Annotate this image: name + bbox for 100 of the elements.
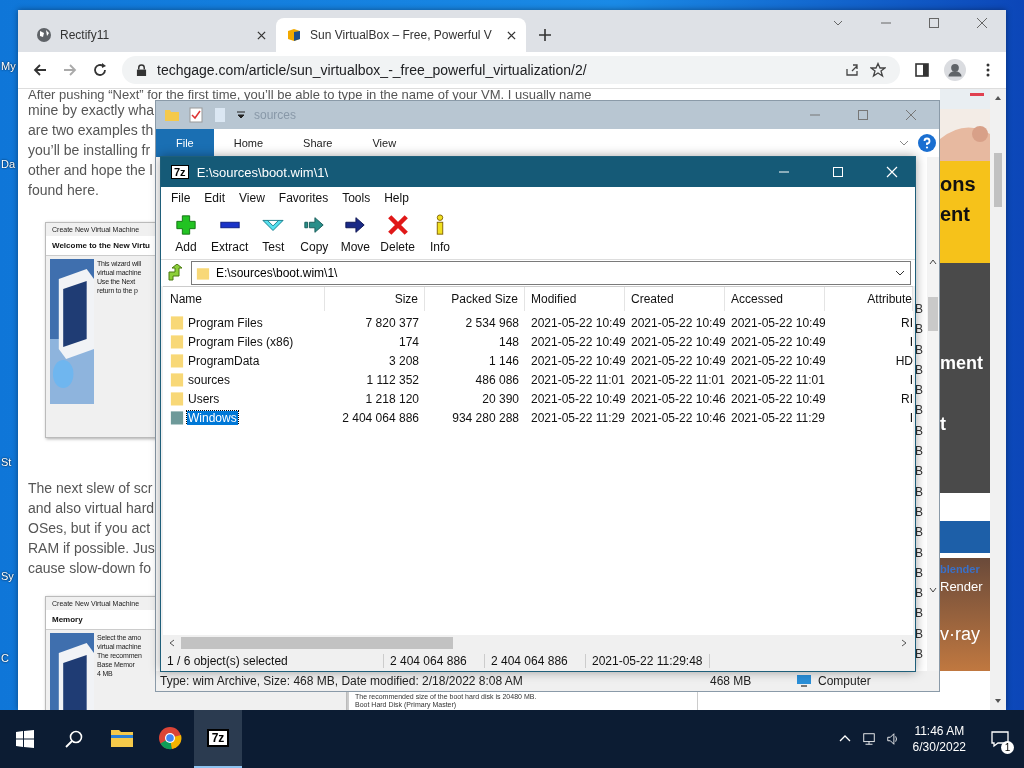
status-text: 1 / 6 object(s) selected: [161, 654, 384, 668]
close-icon[interactable]: [507, 30, 516, 40]
status-text: Computer: [818, 674, 871, 688]
desktop-icon-label[interactable]: Sy: [1, 570, 14, 582]
column-header[interactable]: Name: [163, 287, 325, 311]
scrollbar-thumb[interactable]: [181, 637, 453, 649]
maximize-icon[interactable]: [928, 17, 940, 29]
table-cell-text: 2021-05-22 11:29: [730, 410, 825, 425]
ad-text: blender: [940, 563, 981, 575]
table-cell-text: 2021-05-22 10:49: [630, 315, 725, 330]
network-icon[interactable]: [861, 732, 876, 746]
scroll-right-icon[interactable]: [899, 638, 909, 648]
status-text: Type: wim Archive, Size: 468 MB, Date modified: 2/18/2022 8:08 AM: [160, 674, 524, 688]
ribbon-tab[interactable]: View: [352, 129, 417, 157]
star-icon[interactable]: [870, 62, 886, 78]
file-name[interactable]: sources: [187, 372, 232, 387]
ribbon-tab[interactable]: Home: [213, 129, 284, 157]
help-icon[interactable]: [918, 134, 936, 152]
windows-icon[interactable]: [15, 729, 35, 749]
table-cell-text: 486 086: [474, 372, 520, 387]
chrome-icon: [158, 726, 182, 750]
back-icon[interactable]: [32, 62, 48, 78]
list-text: B: [915, 566, 924, 581]
x-icon: [386, 214, 409, 236]
scroll-up-icon[interactable]: [928, 257, 938, 267]
clock-time[interactable]: 11:46 AM: [914, 723, 965, 739]
clock-date[interactable]: 6/30/2022: [912, 739, 966, 755]
file-name[interactable]: Users: [187, 391, 221, 406]
ad-banner[interactable]: blender Render v·ray: [940, 521, 990, 671]
list-text: B: [915, 648, 924, 662]
reload-icon[interactable]: [92, 62, 108, 78]
address-bar[interactable]: techgage.com/article/sun_virtualbox_-_free_powerful_virtualization/2/: [122, 56, 900, 84]
path-field[interactable]: E:\sources\boot.wim\1\: [191, 261, 911, 285]
toolbar-button[interactable]: Delete: [377, 212, 419, 256]
table-cell-text: 2021-05-22 11:01: [730, 372, 825, 387]
menu-item[interactable]: File: [171, 191, 191, 205]
ribbon-tab[interactable]: File: [156, 129, 214, 157]
new-tab-icon[interactable]: [538, 28, 552, 42]
desktop-icon-label[interactable]: St: [1, 456, 12, 468]
column-header[interactable]: Size: [325, 287, 425, 311]
desktop-icon-label[interactable]: My: [1, 60, 16, 72]
status-text: 2021-05-22 11:29:48: [586, 654, 710, 668]
table-cell-text: 1 218 120: [364, 391, 420, 406]
file-name[interactable]: Program Files (x86): [187, 334, 295, 349]
ribbon-tab[interactable]: Share: [283, 129, 353, 157]
file-name[interactable]: Windows: [187, 410, 238, 425]
profile-icon[interactable]: [944, 59, 966, 81]
ad-text: v·ray: [940, 624, 981, 645]
table-cell-text: 2021-05-22 10:49: [630, 353, 725, 368]
desktop-icon-label[interactable]: Da: [1, 158, 16, 170]
file-name[interactable]: Program Files: [187, 315, 264, 330]
menu-item[interactable]: Help: [384, 191, 409, 205]
menu-item[interactable]: Favorites: [278, 191, 329, 205]
arrow-right-icon: [303, 214, 326, 236]
scroll-left-icon[interactable]: [167, 638, 177, 648]
ad-banner[interactable]: ons ent: [940, 161, 990, 263]
computer-icon: [796, 673, 812, 689]
column-header[interactable]: Packed Size: [425, 287, 525, 311]
notifications-button[interactable]: 1: [980, 719, 1020, 759]
table-cell-text: 2021-05-22 11:29: [530, 410, 625, 425]
taskbar-button[interactable]: 7z: [194, 710, 242, 768]
up-folder-icon[interactable]: [167, 264, 185, 282]
browser-tab[interactable]: Sun VirtualBox – Free, Powerful V: [276, 18, 526, 52]
caret-icon[interactable]: [236, 110, 246, 120]
table-cell-text: 2021-05-22 10:49: [730, 334, 825, 349]
column-header[interactable]: Created: [625, 287, 725, 311]
toolbar-button[interactable]: Info: [421, 212, 460, 256]
table-cell-text: HD: [894, 353, 913, 368]
globe-icon: [36, 27, 52, 43]
checklist-icon[interactable]: [188, 107, 204, 123]
column-header[interactable]: Modified: [525, 287, 625, 311]
table-cell-text: 2021-05-22 10:49: [730, 391, 825, 406]
close-icon[interactable]: [257, 30, 266, 40]
list-text: B: [915, 323, 924, 337]
menu-item[interactable]: View: [239, 191, 265, 205]
browser-tab[interactable]: Rectify11: [26, 18, 276, 52]
table-cell-text: 1 146: [487, 353, 520, 368]
side-panel-icon[interactable]: [914, 62, 930, 78]
table-cell-text: RI: [900, 391, 913, 406]
list-text: B: [915, 546, 924, 560]
search-icon[interactable]: [64, 729, 84, 749]
list-text: B: [915, 607, 924, 621]
list-text: B: [915, 343, 924, 357]
menu-item[interactable]: Edit: [204, 191, 226, 205]
column-header[interactable]: Attribute: [825, 287, 913, 311]
volume-icon[interactable]: [885, 732, 900, 746]
folder-icon: [164, 107, 180, 123]
app-logo: 7z: [171, 165, 189, 179]
scrollbar-thumb[interactable]: [994, 153, 1002, 207]
status-text: 2 404 064 886: [485, 654, 586, 668]
list-text: B: [915, 465, 924, 479]
file-name[interactable]: ProgramData: [187, 353, 261, 368]
desktop-icon-label[interactable]: C: [1, 652, 9, 664]
folder-icon: [170, 391, 184, 406]
scrollbar-thumb[interactable]: [928, 297, 938, 331]
column-header[interactable]: Accessed: [725, 287, 825, 311]
share-icon[interactable]: [844, 62, 860, 78]
menu-item[interactable]: Tools: [342, 191, 371, 205]
scroll-down-icon[interactable]: [928, 585, 938, 595]
table-cell-text: 174: [397, 334, 420, 349]
